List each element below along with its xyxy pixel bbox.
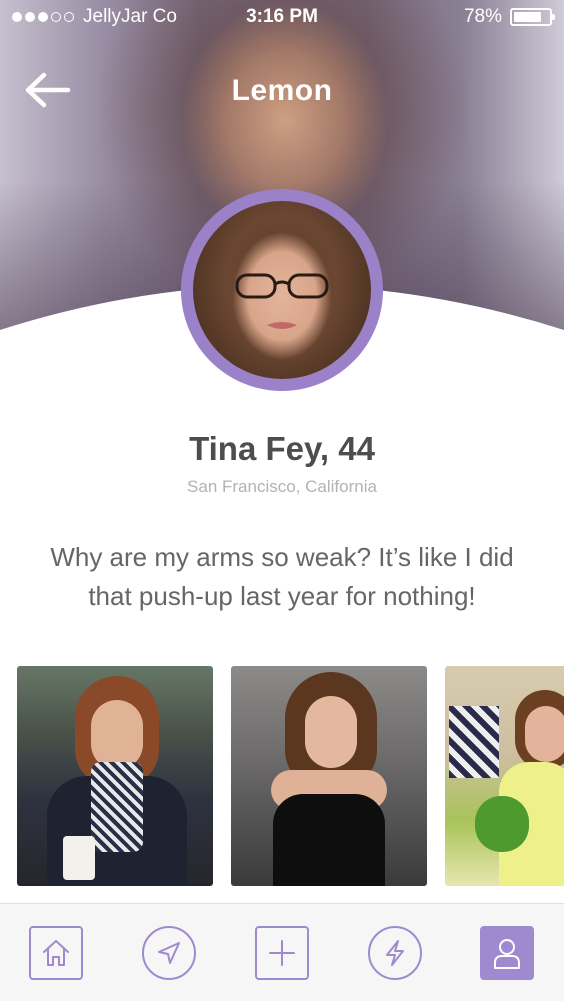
photo-scarf-shape: [91, 762, 143, 852]
gallery-photo[interactable]: [445, 666, 564, 886]
tab-add[interactable]: [255, 926, 309, 980]
profile-bio: Why are my arms so weak? It’s like I did…: [50, 542, 514, 611]
avatar: [181, 189, 383, 391]
avatar-photo: [193, 201, 371, 379]
tab-activity[interactable]: [368, 926, 422, 980]
photo-gallery[interactable]: [0, 666, 564, 886]
profile-location: San Francisco, California: [187, 477, 377, 496]
glasses-graphic: [235, 273, 329, 299]
gallery-photo[interactable]: [231, 666, 427, 886]
profile-name: Tina Fey, 44: [189, 430, 375, 467]
page-title: Lemon: [231, 74, 333, 107]
tab-home[interactable]: [29, 926, 83, 980]
lips-graphic: [267, 322, 297, 329]
tab-bar: [0, 903, 564, 1001]
battery-icon: [510, 8, 555, 26]
photo-cup-shape: [63, 836, 95, 880]
photo-skirt-shape: [475, 796, 529, 852]
gallery-photo[interactable]: [17, 666, 213, 886]
status-bar: JellyJar Co 3:16 PM 78%: [0, 0, 564, 36]
user-icon: [494, 939, 520, 969]
tab-profile[interactable]: [480, 926, 534, 980]
navigation-arrow-icon: [158, 942, 180, 964]
lightning-bolt-icon: [386, 940, 404, 966]
home-icon: [43, 940, 69, 966]
tab-explore[interactable]: [142, 926, 196, 980]
photo-pillow-shape: [449, 706, 499, 778]
battery-percent: 78%: [463, 6, 502, 27]
photo-dress-shape: [273, 794, 385, 886]
photo-face-shape: [525, 706, 564, 762]
photo-face-shape: [305, 696, 357, 768]
battery-status: 78%: [463, 6, 555, 28]
photo-face-shape: [91, 700, 143, 770]
plus-icon: [269, 940, 295, 966]
